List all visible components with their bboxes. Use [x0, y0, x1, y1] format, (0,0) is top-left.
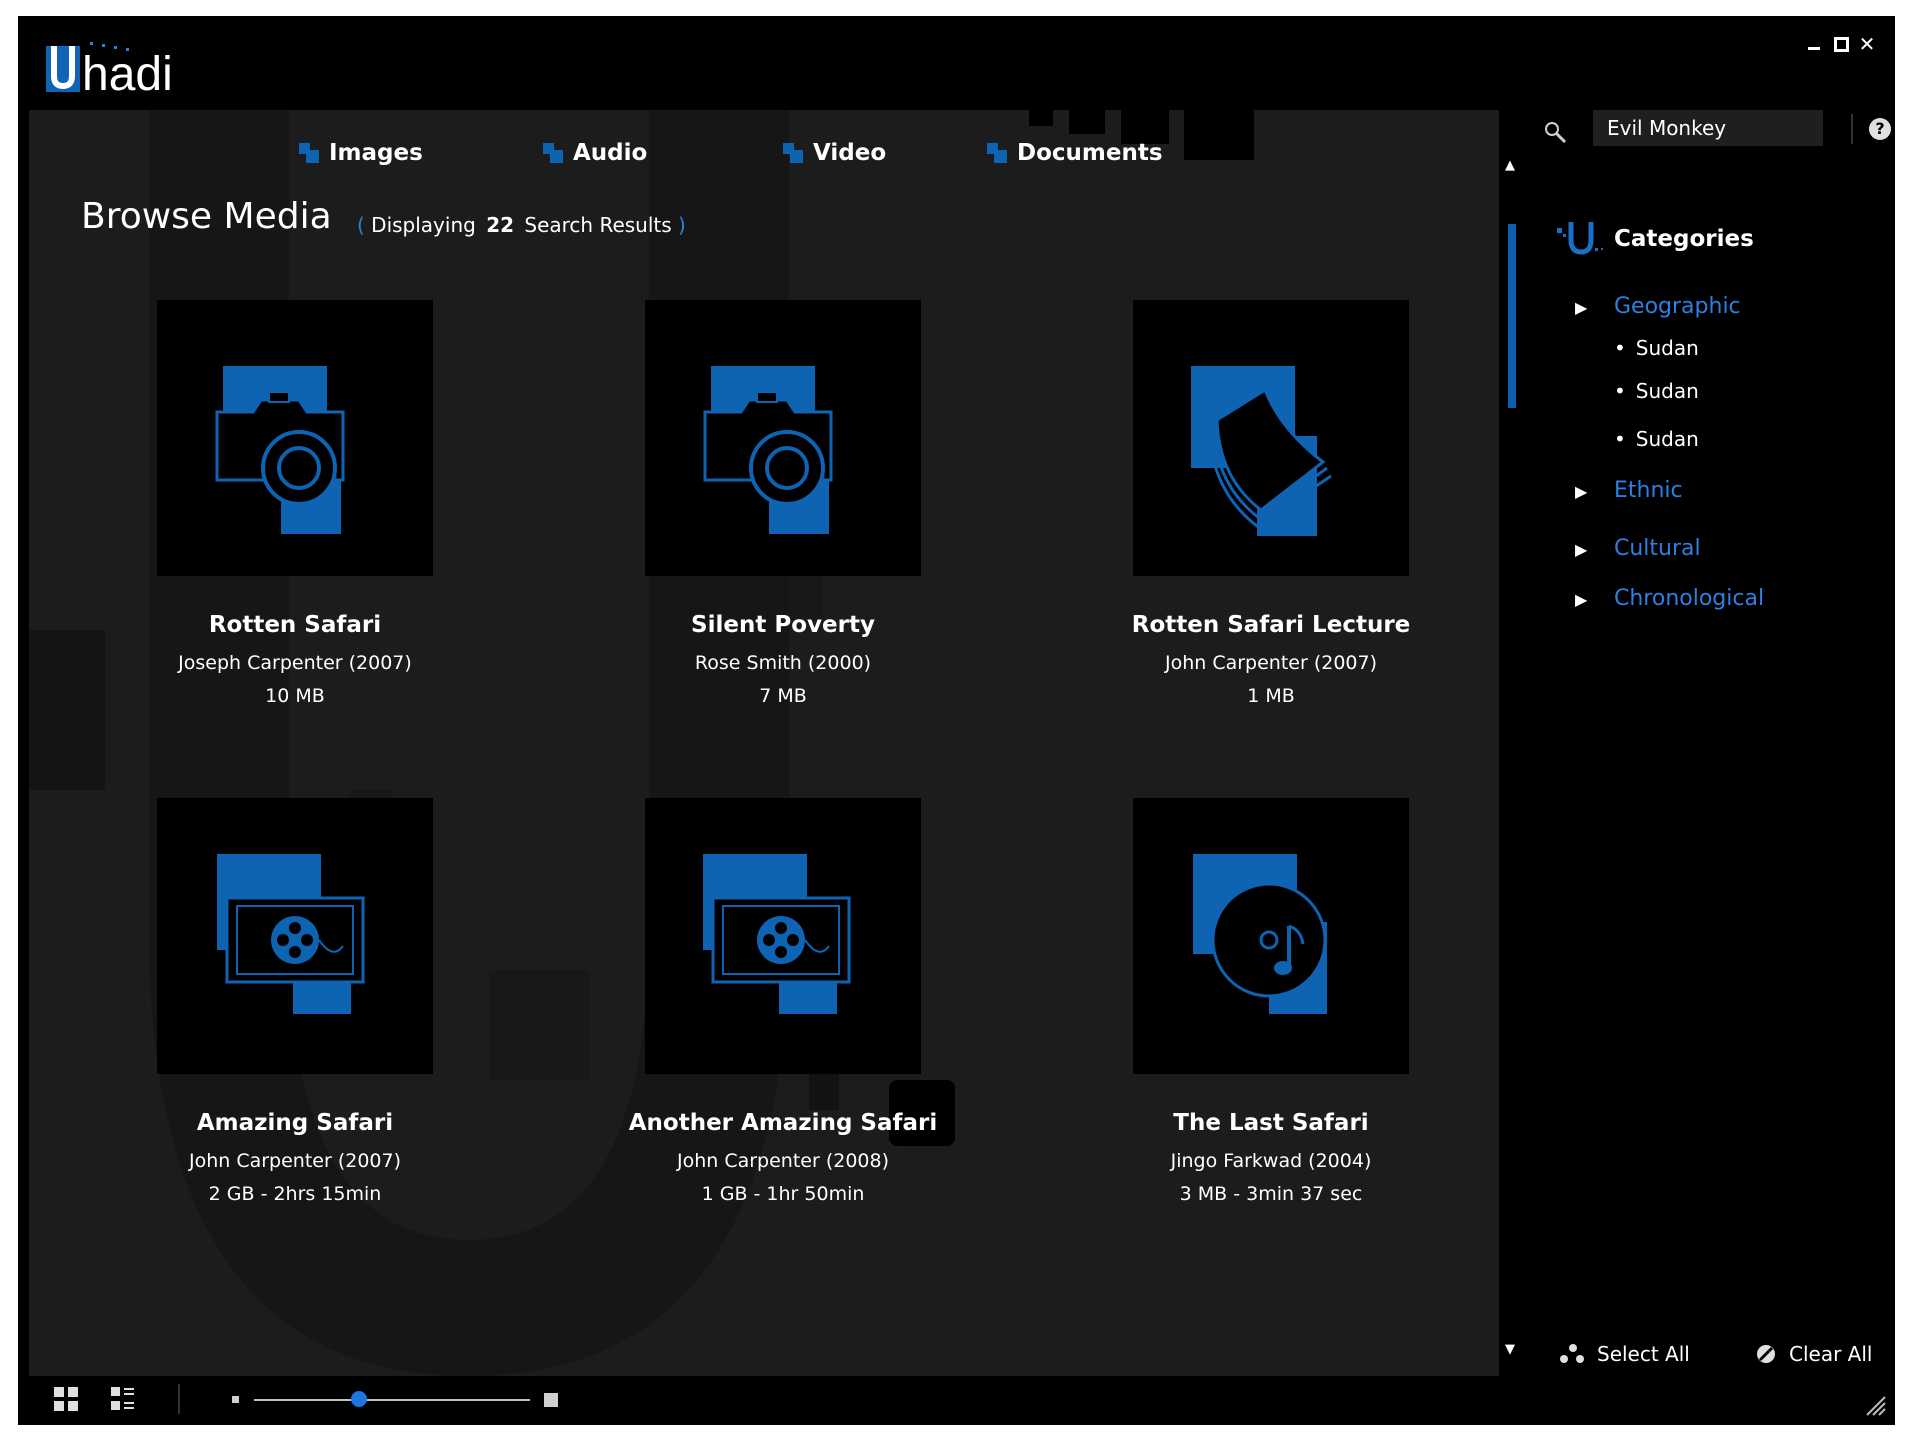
media-thumbnail[interactable] — [1133, 798, 1409, 1074]
zoom-slider-handle[interactable] — [350, 1391, 367, 1407]
media-size: 3 MB - 3min 37 sec — [1179, 1183, 1363, 1205]
svg-text:hadi: hadi — [82, 48, 173, 101]
tab-square-icon — [299, 143, 319, 163]
browse-panel: Images Audio Video Documents Browse Medi… — [29, 110, 1499, 1376]
zoom-out-icon[interactable] — [232, 1396, 239, 1403]
media-title: Silent Poverty — [691, 612, 875, 638]
zoom-in-icon[interactable] — [544, 1393, 558, 1407]
tab-label: Audio — [573, 140, 648, 166]
media-author: Jingo Farkwad (2004) — [1170, 1150, 1372, 1172]
category-geographic[interactable]: Geographic — [1614, 294, 1741, 319]
film-reel-icon — [703, 854, 851, 1014]
tab-square-icon — [987, 143, 1007, 163]
media-title: The Last Safari — [1173, 1110, 1369, 1136]
maximize-icon[interactable] — [1831, 34, 1851, 54]
categories-title: Categories — [1614, 226, 1754, 252]
camera-icon — [215, 366, 345, 534]
media-title: Rotten Safari — [208, 612, 382, 638]
media-author: John Carpenter (2008) — [676, 1150, 890, 1172]
help-icon[interactable]: ? — [1869, 118, 1891, 140]
scrollbar-thumb[interactable] — [1508, 224, 1516, 408]
media-size: 7 MB — [759, 685, 807, 707]
categories-logo-icon — [1557, 222, 1603, 255]
sidebar: ? ▲ ▼ Categories ▶ Geographic Sudan Suda… — [1499, 110, 1895, 1376]
select-all-dots-icon — [1560, 1344, 1584, 1363]
media-thumbnail[interactable] — [157, 300, 433, 576]
close-icon[interactable]: ✕ — [1857, 34, 1877, 54]
expand-arrow-icon[interactable]: ▶ — [1575, 590, 1587, 609]
tab-square-icon — [543, 143, 563, 163]
tab-video[interactable]: Video — [783, 140, 886, 166]
camera-icon — [703, 366, 833, 534]
zoom-slider-track[interactable] — [254, 1399, 530, 1401]
tab-documents[interactable]: Documents — [987, 140, 1163, 166]
toolbar-divider — [178, 1384, 180, 1414]
document-icon — [1191, 366, 1332, 536]
film-reel-icon — [217, 854, 365, 1014]
select-all-button[interactable]: Select All — [1559, 1342, 1690, 1366]
category-ethnic[interactable]: Ethnic — [1614, 478, 1683, 503]
page-title: Browse Media — [81, 196, 332, 237]
tab-label: Images — [329, 140, 423, 166]
category-sub-item[interactable]: Sudan — [1614, 427, 1699, 451]
tab-label: Video — [813, 140, 887, 166]
toolbar-divider — [1851, 114, 1853, 144]
window-controls: ✕ — [1805, 34, 1877, 54]
media-thumbnail[interactable] — [645, 300, 921, 576]
media-title: Rotten Safari Lecture — [1131, 612, 1411, 638]
clear-all-icon — [1757, 1345, 1775, 1363]
category-chronological[interactable]: Chronological — [1614, 586, 1764, 611]
tab-images[interactable]: Images — [299, 140, 423, 166]
results-prefix: Displaying — [371, 213, 476, 237]
results-suffix: Search Results — [524, 213, 672, 237]
tab-label: Documents — [1017, 140, 1163, 166]
clear-all-button[interactable]: Clear All — [1755, 1342, 1872, 1366]
media-size: 1 GB - 1hr 50min — [701, 1183, 865, 1205]
bottom-toolbar — [18, 1376, 1895, 1425]
list-view-icon[interactable] — [110, 1386, 136, 1412]
minimize-icon[interactable] — [1805, 34, 1825, 54]
clear-all-label: Clear All — [1789, 1342, 1873, 1366]
tab-square-icon — [783, 143, 803, 163]
app-window: hadi ✕ Images Audio Video Documents Brow… — [18, 16, 1895, 1425]
scroll-down-arrow-icon[interactable]: ▼ — [1505, 1342, 1515, 1357]
category-sub-item[interactable]: Sudan — [1614, 379, 1699, 403]
expand-arrow-icon[interactable]: ▶ — [1575, 540, 1587, 559]
category-sub-item[interactable]: Sudan — [1614, 336, 1699, 360]
media-thumbnail[interactable] — [1133, 300, 1409, 576]
title-bar: hadi ✕ — [18, 16, 1895, 112]
scroll-up-arrow-icon[interactable]: ▲ — [1505, 158, 1515, 173]
media-title: Amazing Safari — [196, 1110, 394, 1136]
category-cultural[interactable]: Cultural — [1614, 536, 1701, 561]
search-icon[interactable] — [1543, 120, 1569, 146]
tab-audio[interactable]: Audio — [543, 140, 647, 166]
media-author: Joseph Carpenter (2007) — [178, 652, 412, 674]
search-input[interactable] — [1593, 110, 1823, 146]
media-author: John Carpenter (2007) — [188, 1150, 402, 1172]
media-author: Rose Smith (2000) — [694, 652, 872, 674]
results-summary: ( Displaying 22 Search Results ) — [357, 213, 686, 237]
resize-grip-icon[interactable] — [1865, 1395, 1887, 1417]
grid-view-icon[interactable] — [53, 1386, 79, 1412]
expand-arrow-icon[interactable]: ▶ — [1575, 482, 1587, 501]
select-all-label: Select All — [1597, 1342, 1690, 1366]
media-author: John Carpenter (2007) — [1164, 652, 1378, 674]
uhadi-logo: hadi — [46, 42, 173, 101]
media-size: 2 GB - 2hrs 15min — [208, 1183, 382, 1205]
media-size: 1 MB — [1247, 685, 1295, 707]
media-size: 10 MB — [265, 685, 325, 707]
expand-arrow-icon[interactable]: ▶ — [1575, 298, 1587, 317]
media-thumbnail[interactable] — [157, 798, 433, 1074]
media-title: Another Amazing Safari — [628, 1110, 938, 1136]
results-count: 22 — [486, 213, 515, 237]
media-thumbnail[interactable] — [645, 798, 921, 1074]
music-disc-icon — [1193, 854, 1327, 1014]
